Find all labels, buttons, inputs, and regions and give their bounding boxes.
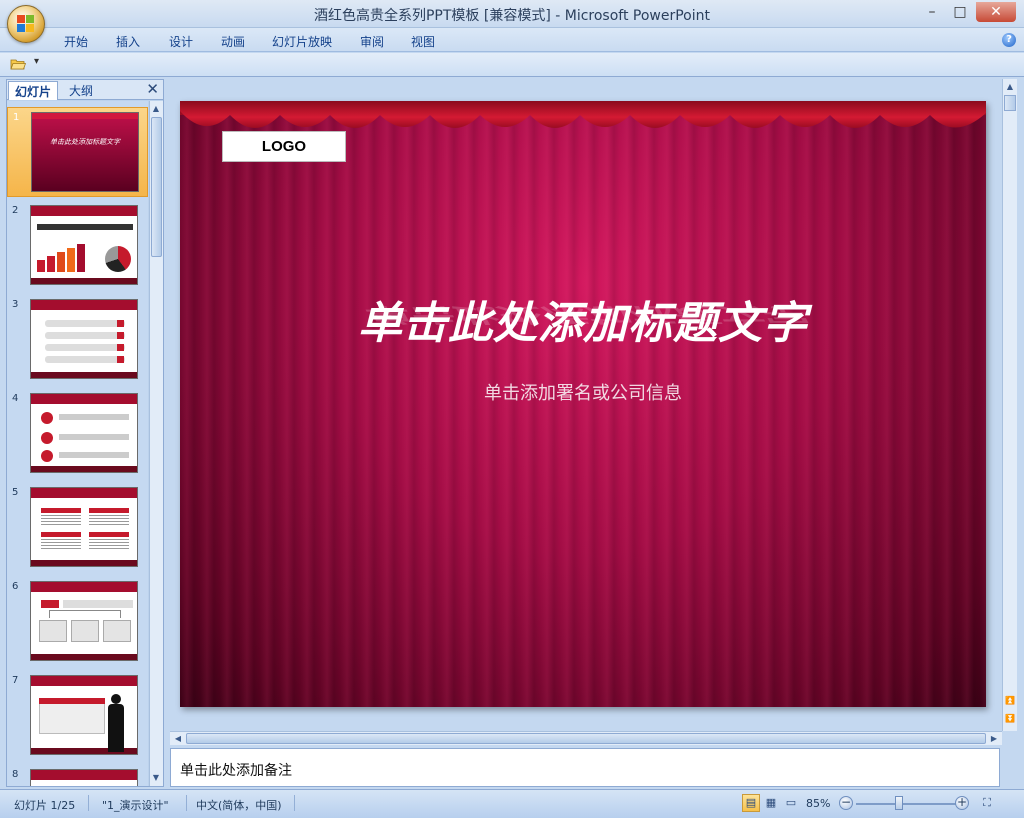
zoom-slider-thumb[interactable] xyxy=(895,796,903,810)
logo-placeholder[interactable]: LOGO xyxy=(222,131,346,162)
slide-number: 4 xyxy=(12,393,19,404)
thumbnail-image xyxy=(30,299,138,379)
zoom-level[interactable]: 85% xyxy=(806,797,830,810)
tab-review[interactable]: 审阅 xyxy=(360,33,384,50)
thumbnail-image xyxy=(30,487,138,567)
ribbon-tab-bar: 开始 插入 设计 动画 幻灯片放映 审阅 视图 ? xyxy=(0,28,1024,52)
scroll-up-arrow[interactable]: ▲ xyxy=(150,103,162,115)
office-logo-icon xyxy=(17,15,35,33)
thumbnail-image xyxy=(30,205,138,285)
slide-thumbnail-4[interactable]: 4 xyxy=(7,389,148,479)
zoom-out-button[interactable]: − xyxy=(839,796,853,810)
quick-access-toolbar: ▾ xyxy=(0,53,1024,77)
zoom-in-button[interactable]: + xyxy=(955,796,969,810)
scroll-up-arrow[interactable]: ▲ xyxy=(1004,81,1016,93)
slide-thumbnail-6[interactable]: 6 xyxy=(7,577,148,667)
slide-subtitle[interactable]: 单击添加署名或公司信息 xyxy=(180,379,986,405)
tab-outline[interactable]: 大纲 xyxy=(63,81,99,100)
slide-counter: 幻灯片 1/25 xyxy=(14,799,76,812)
previous-slide-icon[interactable]: ⏫ xyxy=(1004,695,1016,707)
fit-to-window-icon[interactable]: ⛶ xyxy=(978,794,996,812)
thumbnail-image: 单击此处添加标题文字 xyxy=(31,112,139,192)
scroll-down-arrow[interactable]: ▼ xyxy=(150,772,162,784)
slide-thumbnail-8[interactable]: 8 xyxy=(7,765,148,786)
tab-insert[interactable]: 插入 xyxy=(116,33,140,50)
scroll-left-arrow[interactable]: ◀ xyxy=(172,733,184,745)
slide-title-reflection: 单击此处添加标题文字 xyxy=(363,303,803,327)
scrollbar-thumb[interactable] xyxy=(151,117,162,257)
open-folder-icon[interactable] xyxy=(10,58,26,70)
thumbnail-scrollbar[interactable]: ▲ ▼ xyxy=(149,101,163,786)
slides-panel: 幻灯片 大纲 ✕ 1 单击此处添加标题文字 2 3 4 5 6 7 8 ▲ ▼ xyxy=(6,79,164,787)
slide-thumbnail-7[interactable]: 7 xyxy=(7,671,148,761)
maximize-button[interactable]: □ xyxy=(946,2,974,22)
customize-qat-dropdown[interactable]: ▾ xyxy=(34,56,39,67)
tab-slides[interactable]: 幻灯片 xyxy=(8,81,59,100)
minimize-button[interactable]: – xyxy=(918,2,946,22)
help-icon[interactable]: ? xyxy=(1002,33,1016,47)
current-slide[interactable]: LOGO 单击此处添加标题文字 单击此处添加标题文字 单击添加署名或公司信息 xyxy=(180,101,986,707)
slide-number: 5 xyxy=(12,487,19,498)
slide-editor: LOGO 单击此处添加标题文字 单击此处添加标题文字 单击添加署名或公司信息 xyxy=(168,79,1000,731)
slide-number: 3 xyxy=(12,299,19,310)
thumbnail-image xyxy=(30,675,138,755)
slide-number: 8 xyxy=(12,769,19,780)
slide-thumbnail-3[interactable]: 3 xyxy=(7,295,148,385)
tab-home[interactable]: 开始 xyxy=(64,33,88,50)
slide-show-view-icon[interactable]: ▭ xyxy=(782,794,800,812)
status-bar: 幻灯片 1/25 "1_演示设计" 中文(简体，中国) ▤ ▦ ▭ 85% − … xyxy=(0,789,1024,818)
slide-thumbnail-1[interactable]: 1 单击此处添加标题文字 xyxy=(7,107,148,197)
slide-number: 1 xyxy=(13,112,20,123)
language-indicator[interactable]: 中文(简体，中国) xyxy=(196,797,282,813)
thumbnail-image xyxy=(30,581,138,661)
slide-number: 7 xyxy=(12,675,19,686)
thumbnail-image xyxy=(30,769,138,786)
window-title: 酒红色高贵全系列PPT模板 [兼容模式] - Microsoft PowerPo… xyxy=(313,8,710,24)
thumbnail-image xyxy=(30,393,138,473)
close-button[interactable]: ✕ xyxy=(976,2,1016,22)
close-panel-icon[interactable]: ✕ xyxy=(146,80,159,98)
slide-thumbnail-2[interactable]: 2 xyxy=(7,201,148,291)
scroll-right-arrow[interactable]: ▶ xyxy=(988,733,1000,745)
tab-animations[interactable]: 动画 xyxy=(221,33,245,50)
theme-name: "1_演示设计" xyxy=(102,799,169,812)
notes-placeholder[interactable]: 单击此处添加备注 xyxy=(180,760,292,780)
scrollbar-thumb[interactable] xyxy=(1004,95,1016,111)
panel-tabs: 幻灯片 大纲 ✕ xyxy=(7,80,163,100)
slide-sorter-view-icon[interactable]: ▦ xyxy=(762,794,780,812)
slide-number: 6 xyxy=(12,581,19,592)
normal-view-icon[interactable]: ▤ xyxy=(742,794,760,812)
slide-number: 2 xyxy=(12,205,19,216)
tab-design[interactable]: 设计 xyxy=(169,33,193,50)
title-bar: 酒红色高贵全系列PPT模板 [兼容模式] - Microsoft PowerPo… xyxy=(0,0,1024,28)
tab-slide-show[interactable]: 幻灯片放映 xyxy=(272,33,332,50)
notes-pane[interactable]: 单击此处添加备注 xyxy=(170,748,1000,787)
slide-horizontal-scrollbar[interactable]: ◀ ▶ xyxy=(170,731,1002,745)
zoom-slider-track[interactable] xyxy=(856,803,956,805)
office-button[interactable] xyxy=(7,5,45,43)
thumbnail-list: 1 单击此处添加标题文字 2 3 4 5 6 7 8 xyxy=(7,101,148,786)
tab-view[interactable]: 视图 xyxy=(411,33,435,50)
slide-thumbnail-5[interactable]: 5 xyxy=(7,483,148,573)
slide-vertical-scrollbar[interactable]: ▲ ⏫ ⏬ xyxy=(1002,79,1017,731)
scrollbar-thumb[interactable] xyxy=(186,733,986,744)
next-slide-icon[interactable]: ⏬ xyxy=(1004,713,1016,725)
thumbnail-title: 单击此处添加标题文字 xyxy=(50,138,120,146)
